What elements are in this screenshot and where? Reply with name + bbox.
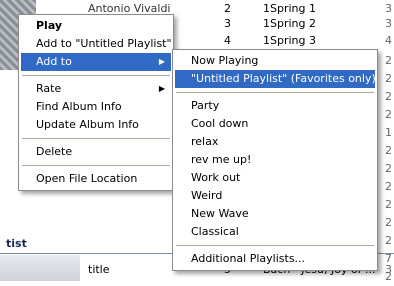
menu-item-label: Update Album Info [36,118,139,131]
menu-item-label: Delete [36,145,73,158]
title-cell: 1Spring 2 [263,17,316,30]
menu-item-label: Cool down [191,117,249,130]
menu-item-label: Find Album Info [36,100,122,113]
menu-item-label: Weird [191,189,223,202]
menu-item-find-album-info[interactable]: Find Album Info [21,98,171,116]
extra-cell: 3 [385,17,392,30]
triangle-right-icon: ▶ [158,84,165,93]
column-value: 2 [385,90,392,103]
extra-cell: 3 [385,263,392,276]
column-value: 2 [385,72,392,85]
column-value: 1 [385,126,392,139]
track-cell: 3 [224,17,231,30]
menu-item-label: Add to "Untitled Playlist" [36,37,172,50]
menu-separator [176,92,374,93]
menu-item-playlist-rev-me-up[interactable]: rev me up! [175,151,375,169]
column-value: 2 [385,144,392,157]
column-value: 2 [385,108,392,121]
menu-item-label: Classical [191,225,239,238]
menu-item-label: Open File Location [36,172,138,185]
context-menu: Play Add to "Untitled Playlist" Add to ▶… [18,14,174,191]
add-to-submenu: Now Playing "Untitled Playlist" (Favorit… [172,49,378,271]
menu-separator [176,245,374,246]
menu-item-label: Work out [191,171,241,184]
artist-cell: title [88,263,110,276]
menu-item-delete[interactable]: Delete [21,143,171,161]
menu-item-label: Now Playing [191,54,259,67]
column-value: 2 [385,54,392,67]
menu-item-playlist-classical[interactable]: Classical [175,223,375,241]
menu-item-label: Party [191,99,220,112]
menu-item-playlist-relax[interactable]: relax [175,133,375,151]
triangle-right-icon: ▶ [158,57,165,66]
menu-item-label: Additional Playlists... [191,252,306,265]
menu-item-untitled-playlist[interactable]: "Untitled Playlist" (Favorites only) [175,70,376,88]
menu-separator [22,138,170,139]
track-cell: 4 [224,34,231,47]
menu-item-playlist-weird[interactable]: Weird [175,187,375,205]
menu-item-playlist-party[interactable]: Party [175,97,375,115]
column-value: 2 [385,162,392,175]
column-value: 2 [385,198,392,211]
menu-item-playlist-work-out[interactable]: Work out [175,169,375,187]
menu-item-label: relax [191,135,219,148]
menu-separator [22,75,170,76]
menu-item-now-playing[interactable]: Now Playing [175,52,375,70]
menu-item-playlist-cool-down[interactable]: Cool down [175,115,375,133]
menu-item-open-file-location[interactable]: Open File Location [21,170,171,188]
menu-item-label: Play [36,19,63,32]
menu-item-label: rev me up! [191,153,252,166]
menu-item-update-album-info[interactable]: Update Album Info [21,116,171,134]
menu-separator [22,165,170,166]
menu-item-playlist-new-wave[interactable]: New Wave [175,205,375,223]
menu-item-add-to-untitled-playlist[interactable]: Add to "Untitled Playlist" [21,35,172,53]
menu-item-rate[interactable]: Rate ▶ [21,80,171,98]
menu-item-play[interactable]: Play [21,17,171,35]
menu-item-additional-playlists[interactable]: Additional Playlists... [175,250,375,268]
section-header-label: tist [6,237,27,250]
title-cell: 1Spring 3 [263,34,316,47]
menu-item-label: Add to [36,55,72,68]
menu-item-label: New Wave [191,207,249,220]
menu-item-add-to[interactable]: Add to ▶ [21,53,171,71]
column-value: 2 [385,180,392,193]
extra-cell: 4 [385,34,392,47]
column-value: 2 [385,216,392,229]
menu-item-label: Rate [36,82,62,95]
menu-item-label: "Untitled Playlist" (Favorites only) [191,72,376,85]
